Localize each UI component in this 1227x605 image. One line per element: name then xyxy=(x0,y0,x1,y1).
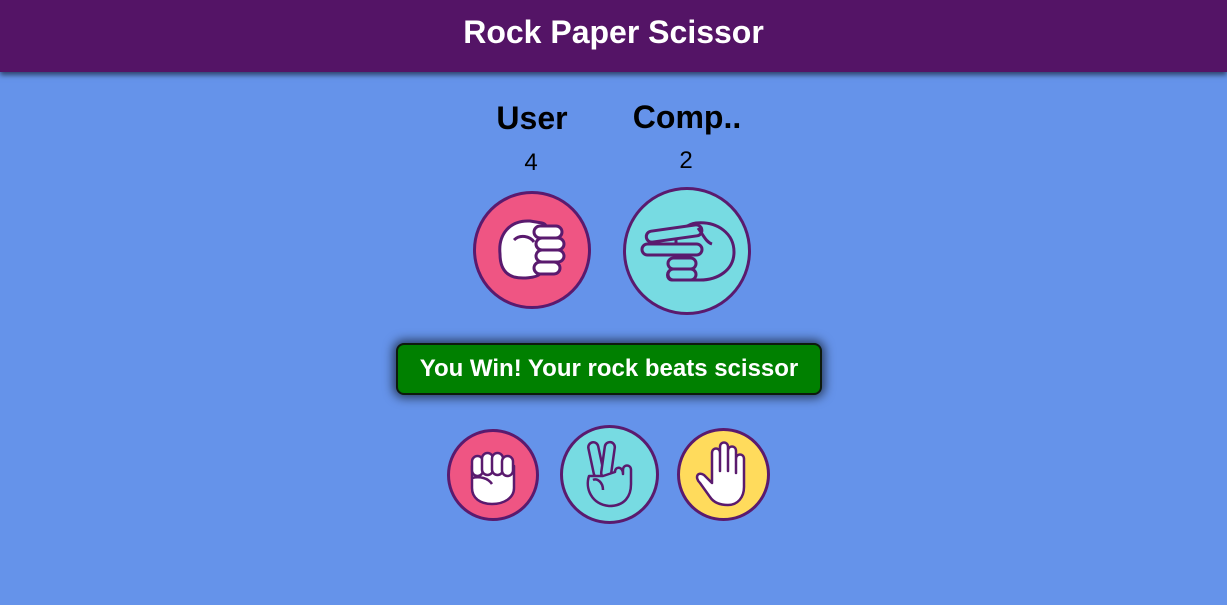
comp-label: Comp.. xyxy=(632,99,742,135)
user-choice-rock xyxy=(473,191,591,309)
comp-choice-scissor xyxy=(623,187,751,315)
result-message: You Win! Your rock beats scissor xyxy=(396,343,822,395)
scissor-side-icon xyxy=(640,221,736,282)
peace-hand-icon xyxy=(586,440,633,508)
open-palm-icon xyxy=(695,441,746,507)
fist-icon xyxy=(470,451,516,506)
rock-button[interactable] xyxy=(447,429,539,521)
app-title: Rock Paper Scissor xyxy=(463,13,764,50)
user-label: User xyxy=(496,100,568,136)
paper-button[interactable] xyxy=(677,428,770,521)
comp-score: 2 xyxy=(679,147,693,174)
user-score: 4 xyxy=(524,149,538,176)
app-header: Rock Paper Scissor xyxy=(0,0,1227,72)
fist-side-icon xyxy=(498,219,566,280)
scissor-button[interactable] xyxy=(560,425,659,524)
